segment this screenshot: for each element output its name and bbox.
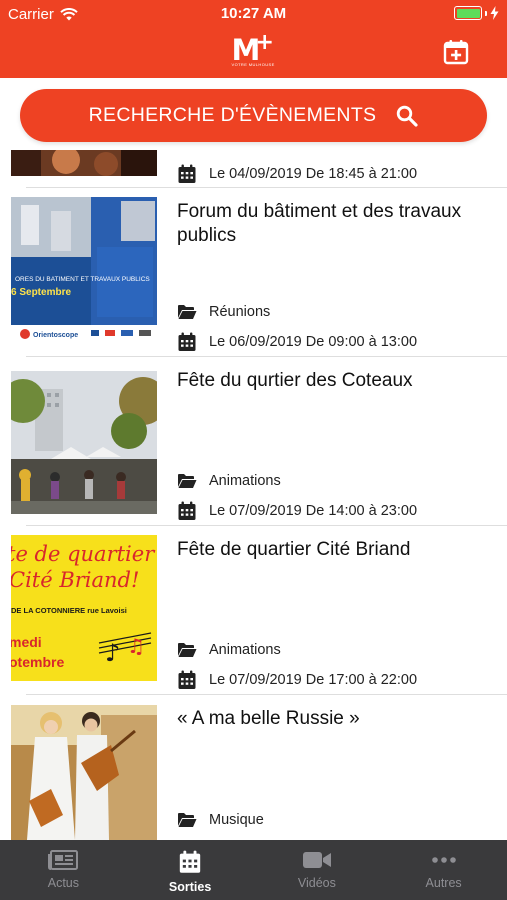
tab-label: Vidéos (297, 876, 336, 890)
event-date: Le 07/09/2019 De 14:00 à 23:00 (209, 503, 418, 519)
more-dots-icon (431, 857, 456, 863)
status-bar: Carrier 10:27 AM (0, 0, 507, 28)
tab-actus[interactable]: Actus (0, 840, 127, 900)
bottom-tab-bar: Actus Sorties Vidéos Autres (0, 840, 507, 900)
charging-icon (490, 6, 499, 20)
svg-text:ORES DU BATIMENT ET TRAVAUX PU: ORES DU BATIMENT ET TRAVAUX PUBLICS (15, 276, 150, 283)
event-list-item[interactable]: te de quartier Cité Briand! DE LA COTONN… (0, 526, 507, 695)
event-thumbnail (11, 150, 157, 176)
event-list-item[interactable]: Le 04/09/2019 De 18:45 à 21:00 (0, 150, 507, 188)
calendar-icon (178, 670, 196, 689)
event-category: Réunions (209, 304, 271, 320)
svg-text:♫: ♫ (127, 634, 145, 658)
event-list-item[interactable]: ORES DU BATIMENT ET TRAVAUX PUBLICS 6 Se… (0, 188, 507, 357)
svg-text:te de quartier: te de quartier (11, 542, 156, 566)
event-category: Musique (209, 812, 264, 828)
tab-videos[interactable]: Vidéos (254, 840, 381, 900)
calendar-add-button[interactable] (443, 39, 469, 65)
svg-text:Cité Briand!: Cité Briand! (11, 568, 139, 592)
event-title: « A ma belle Russie » (177, 708, 360, 729)
tab-label: Autres (425, 876, 462, 890)
event-thumbnail (11, 705, 157, 840)
events-list: Le 04/09/2019 De 18:45 à 21:00 ORES DU B… (0, 150, 507, 840)
event-search-label: RECHERCHE D'ÉVÈNEMENTS (88, 104, 377, 126)
event-thumbnail: te de quartier Cité Briand! DE LA COTONN… (11, 535, 157, 681)
svg-text:Orientoscope: Orientoscope (33, 332, 78, 339)
event-category: Animations (209, 642, 281, 658)
app-logo: M + VOTRE MULHOUSE (231, 30, 275, 67)
event-list-item[interactable]: « A ma belle Russie » Musique (0, 695, 507, 840)
tab-autres[interactable]: Autres (380, 840, 507, 900)
event-date: Le 07/09/2019 De 17:00 à 22:00 (209, 672, 418, 688)
status-time: 10:27 AM (220, 5, 287, 22)
app-header: Carrier 10:27 AM M + VOTRE MULHOUSE (0, 0, 507, 78)
folder-icon (178, 474, 197, 488)
tab-label: Actus (47, 876, 79, 890)
event-date: Le 04/09/2019 De 18:45 à 21:00 (209, 166, 418, 182)
calendar-icon (178, 332, 196, 351)
video-camera-icon (302, 852, 331, 868)
event-date: Le 06/09/2019 De 09:00 à 13:00 (209, 334, 418, 350)
newspaper-icon (48, 850, 79, 870)
search-icon (397, 105, 418, 127)
folder-icon (178, 305, 197, 319)
event-title: Fête du qurtier des Coteaux (177, 370, 413, 391)
tab-label: Sorties (168, 880, 212, 894)
event-list-item[interactable]: Fête du qurtier des Coteaux Animations L… (0, 357, 507, 526)
folder-icon (178, 813, 197, 827)
event-category: Animations (209, 473, 281, 489)
event-title: Fête de quartier Cité Briand (177, 539, 411, 560)
event-search-button[interactable]: RECHERCHE D'ÉVÈNEMENTS (20, 89, 487, 142)
calendar-icon (178, 164, 196, 183)
calendar-icon (178, 501, 196, 520)
svg-text:6 Septembre: 6 Septembre (11, 287, 71, 298)
event-thumbnail: ORES DU BATIMENT ET TRAVAUX PUBLICS 6 Se… (11, 197, 157, 343)
calendar-icon (179, 850, 201, 873)
svg-text:DE LA COTONNIERE rue Lavoisi: DE LA COTONNIERE rue Lavoisi (11, 606, 127, 615)
svg-text:medi: medi (11, 634, 42, 650)
event-thumbnail (11, 371, 157, 514)
battery-icon (454, 6, 499, 20)
svg-text:otembre: otembre (11, 654, 64, 670)
svg-text:♪: ♪ (105, 639, 120, 667)
tab-sorties[interactable]: Sorties (127, 840, 254, 900)
event-title: Forum du bâtiment et des travaux publics (177, 201, 462, 246)
folder-icon (178, 643, 197, 657)
